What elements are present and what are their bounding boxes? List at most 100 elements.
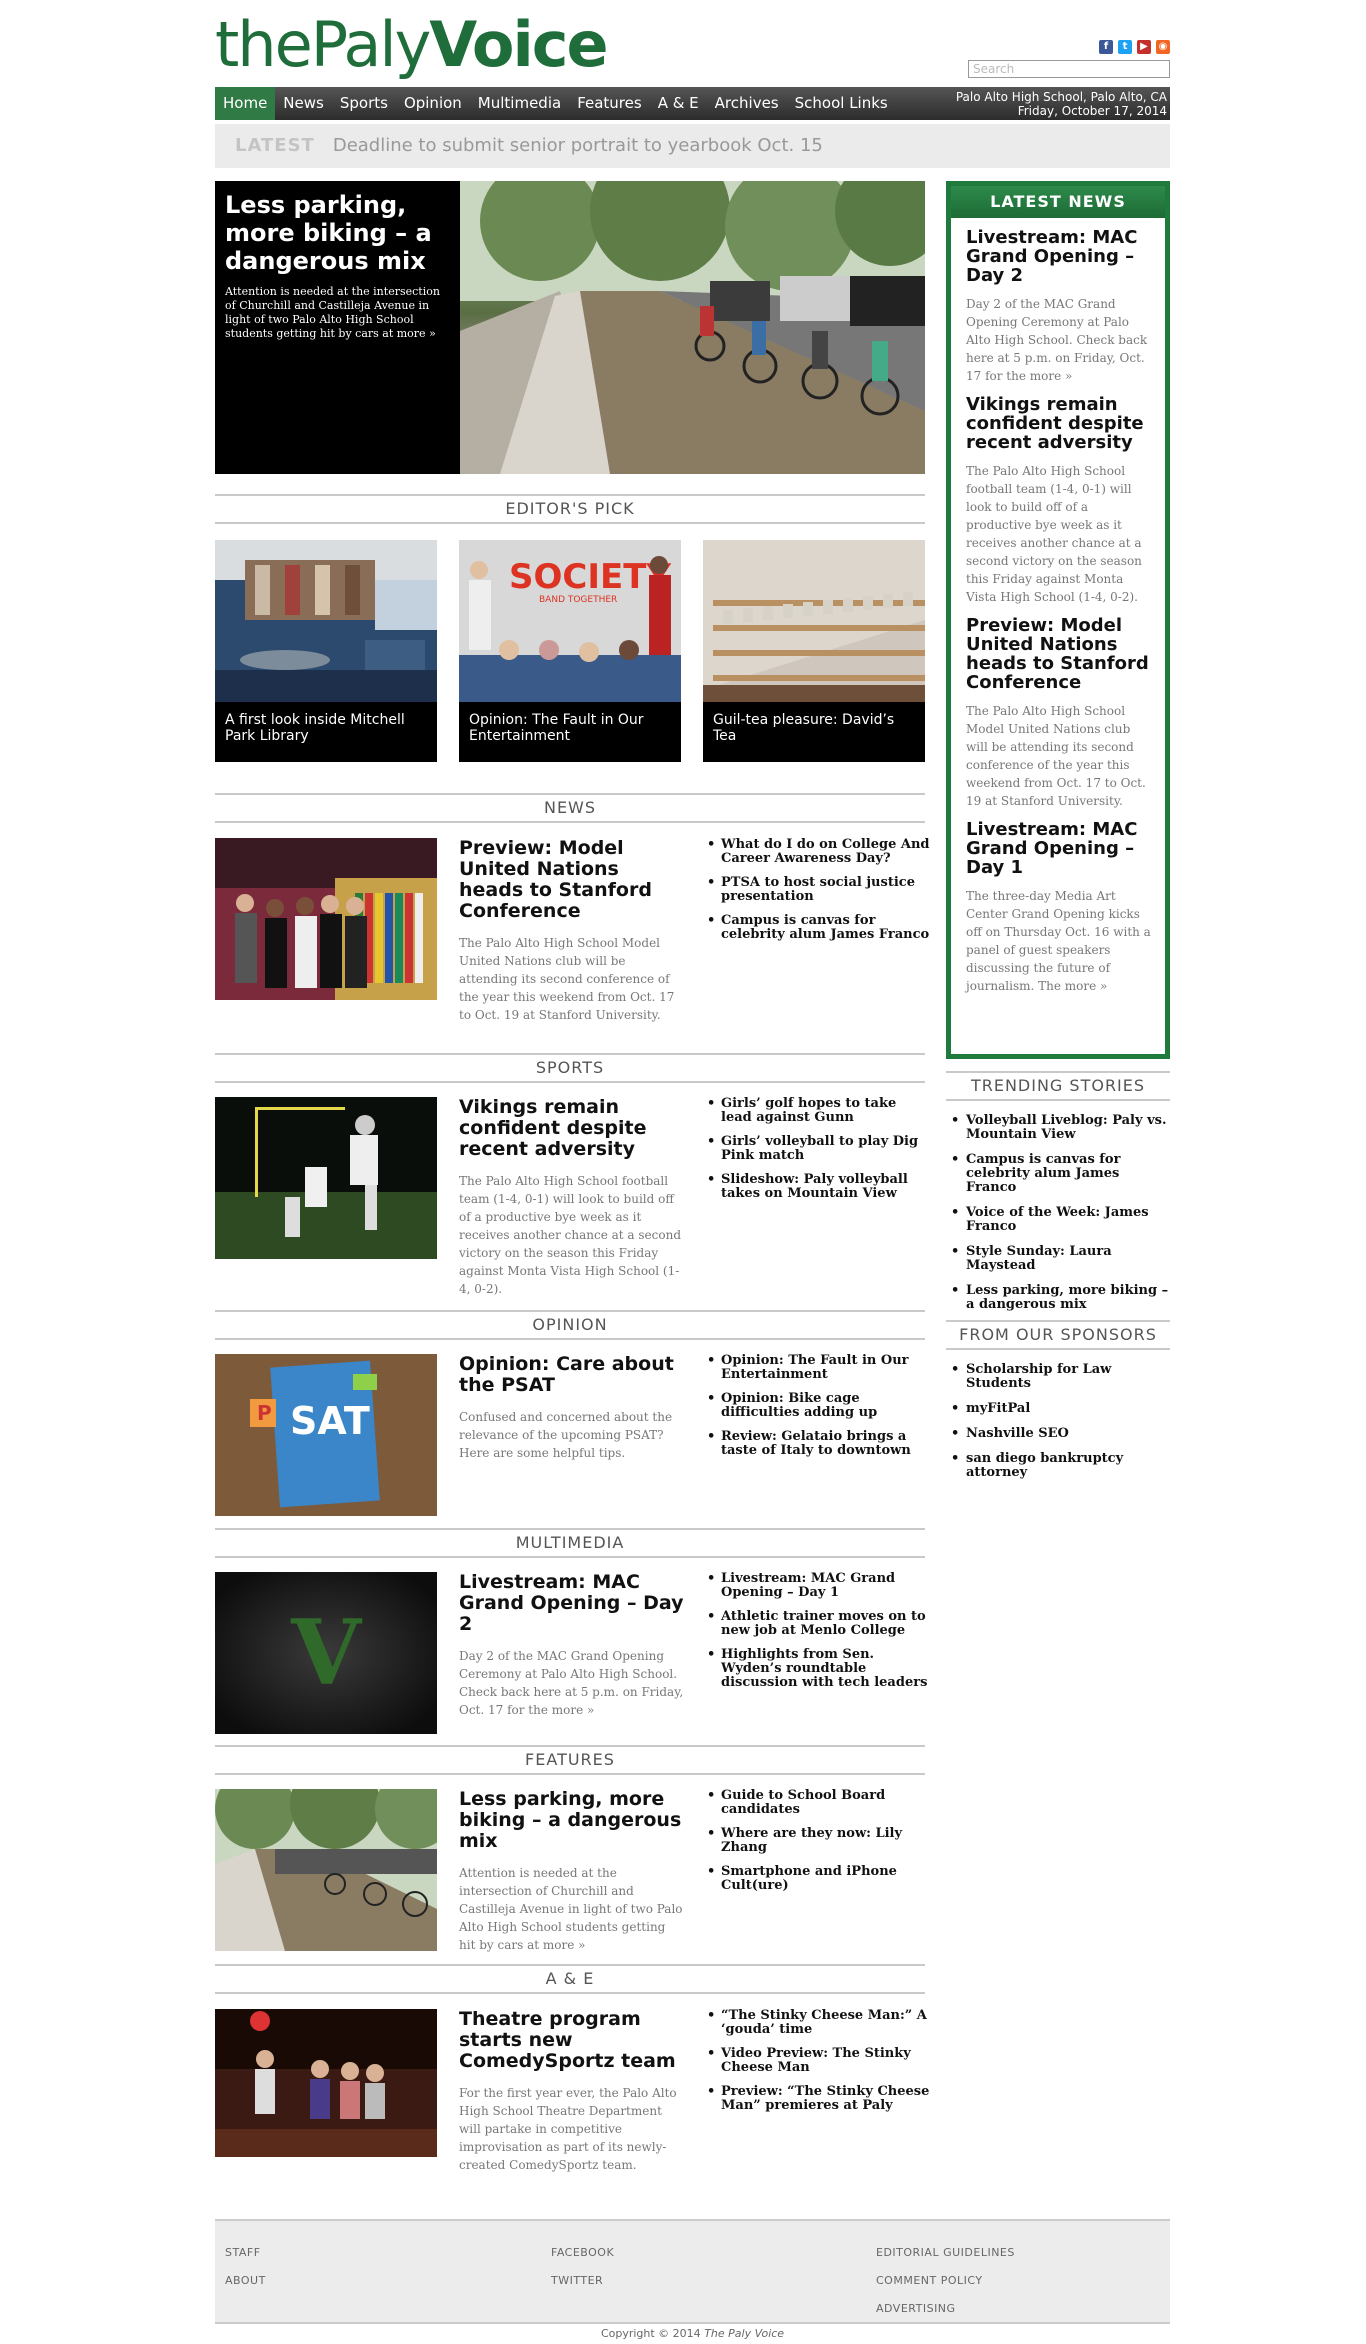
nav-item-opinion[interactable]: Opinion xyxy=(396,87,470,120)
sidebar: LATEST NEWS Livestream: MAC Grand Openin… xyxy=(946,181,1170,1480)
nav-item-archives[interactable]: Archives xyxy=(707,87,787,120)
latest-news-title[interactable]: Preview: Model United Nations heads to S… xyxy=(966,616,1153,692)
footer-link[interactable]: ADVERTISING xyxy=(876,2295,1015,2323)
related-link[interactable]: Smartphone and iPhone Cult(ure) xyxy=(705,1865,930,1893)
related-link[interactable]: Athletic trainer moves on to new job at … xyxy=(705,1610,930,1638)
sponsor-link[interactable]: Nashville SEO xyxy=(946,1427,1170,1442)
latest-text[interactable]: Deadline to submit senior portrait to ye… xyxy=(333,135,823,156)
features-summary: Attention is needed at the intersection … xyxy=(459,1866,683,1952)
footer-link[interactable]: COMMENT POLICY xyxy=(876,2267,1015,2295)
trending-item[interactable]: Volleyball Liveblog: Paly vs. Mountain V… xyxy=(946,1114,1170,1142)
ae-summary: For the first year ever, the Palo Alto H… xyxy=(459,2086,677,2172)
nav-item-sports[interactable]: Sports xyxy=(332,87,396,120)
nav-item-home[interactable]: Home xyxy=(215,87,276,120)
pick-image-1[interactable] xyxy=(215,540,437,702)
pick-caption-3[interactable]: Guil-tea pleasure: David’s Tea xyxy=(713,712,917,744)
related-link[interactable]: Livestream: MAC Grand Opening – Day 1 xyxy=(705,1572,930,1600)
related-link[interactable]: Girls’ golf hopes to take lead against G… xyxy=(705,1097,930,1125)
related-link[interactable]: Slideshow: Paly volleyball takes on Moun… xyxy=(705,1173,930,1201)
nav-item-multimedia[interactable]: Multimedia xyxy=(470,87,569,120)
sports-title[interactable]: Vikings remain confident despite recent … xyxy=(459,1097,684,1160)
rss-icon[interactable]: ◉ xyxy=(1156,40,1170,54)
trending-item[interactable]: Campus is canvas for celebrity alum Jame… xyxy=(946,1153,1170,1195)
latest-news-summary: The Palo Alto High School Model United N… xyxy=(966,704,1146,808)
latest-news-summary: The Palo Alto High School football team … xyxy=(966,464,1142,604)
pick-item-2[interactable]: SOCIETY BAND TOGETHER Opinion: The Fault … xyxy=(459,540,681,762)
date-text: Friday, October 17, 2014 xyxy=(1017,104,1167,118)
trending-heading: TRENDING STORIES xyxy=(946,1071,1170,1101)
opinion-title[interactable]: Opinion: Care about the PSAT xyxy=(459,1354,684,1396)
news-title[interactable]: Preview: Model United Nations heads to S… xyxy=(459,838,684,922)
twitter-icon[interactable]: t xyxy=(1118,40,1132,54)
svg-text:SAT: SAT xyxy=(290,1399,370,1443)
youtube-icon[interactable]: ▶ xyxy=(1137,40,1151,54)
related-link[interactable]: What do I do on College And Career Aware… xyxy=(705,838,930,866)
nav-item-school-links[interactable]: School Links xyxy=(787,87,896,120)
related-link[interactable]: Opinion: Bike cage difficulties adding u… xyxy=(705,1392,930,1420)
multimedia-image[interactable]: V xyxy=(215,1572,437,1734)
related-link[interactable]: Highlights from Sen. Wyden’s roundtable … xyxy=(705,1648,930,1690)
opinion-summary: Confused and concerned about the relevan… xyxy=(459,1410,673,1460)
multimedia-links: Livestream: MAC Grand Opening – Day 1 Ath… xyxy=(705,1572,930,1700)
footer: STAFF ABOUT FACEBOOK TWITTER EDITORIAL GUI… xyxy=(215,2219,1170,2324)
news-heading: NEWS xyxy=(215,793,925,823)
ae-links: “The Stinky Cheese Man:” A ‘gouda’ time V… xyxy=(705,2009,930,2123)
pick-caption-2[interactable]: Opinion: The Fault in Our Entertainment xyxy=(469,712,673,744)
footer-link[interactable]: STAFF xyxy=(225,2239,266,2267)
ae-image[interactable] xyxy=(215,2009,437,2171)
related-link[interactable]: Girls’ volleyball to play Dig Pink match xyxy=(705,1135,930,1163)
sponsor-link[interactable]: myFitPal xyxy=(946,1402,1170,1417)
related-link[interactable]: Preview: “The Stinky Cheese Man” premier… xyxy=(705,2085,930,2113)
feature-title[interactable]: Less parking, more biking – a dangerous … xyxy=(225,191,450,275)
related-link[interactable]: Opinion: The Fault in Our Entertainment xyxy=(705,1354,930,1382)
pick-image-2[interactable]: SOCIETY BAND TOGETHER xyxy=(459,540,681,702)
opinion-image[interactable]: SAT P xyxy=(215,1354,437,1516)
latest-news-title[interactable]: Vikings remain confident despite recent … xyxy=(966,395,1153,452)
latest-ticker: LATEST Deadline to submit senior portrait… xyxy=(215,124,1170,168)
nav-item-features[interactable]: Features xyxy=(569,87,650,120)
feature-story[interactable]: Less parking, more biking – a dangerous … xyxy=(215,181,925,474)
copyright-text: Copyright © 2014 xyxy=(600,2327,701,2340)
footer-link[interactable]: FACEBOOK xyxy=(551,2239,614,2267)
sponsor-link[interactable]: san diego bankruptcy attorney xyxy=(946,1452,1170,1480)
footer-link[interactable]: TWITTER xyxy=(551,2267,614,2295)
sponsor-link[interactable]: Scholarship for Law Students xyxy=(946,1363,1170,1391)
latest-news-title[interactable]: Livestream: MAC Grand Opening – Day 1 xyxy=(966,820,1153,877)
pick-image-3[interactable] xyxy=(703,540,925,702)
pick-caption-1[interactable]: A first look inside Mitchell Park Librar… xyxy=(225,712,429,744)
nav-item-a-e[interactable]: A & E xyxy=(650,87,707,120)
features-image[interactable] xyxy=(215,1789,437,1951)
related-link[interactable]: Review: Gelataio brings a taste of Italy… xyxy=(705,1430,930,1458)
feature-image[interactable] xyxy=(460,181,925,474)
latest-news-heading: LATEST NEWS xyxy=(951,186,1165,218)
latest-news-summary: The three-day Media Art Center Grand Ope… xyxy=(966,889,1151,993)
footer-link[interactable]: EDITORIAL GUIDELINES xyxy=(876,2239,1015,2267)
facebook-icon[interactable]: f xyxy=(1099,40,1113,54)
multimedia-title[interactable]: Livestream: MAC Grand Opening – Day 2 xyxy=(459,1572,684,1635)
trending-item[interactable]: Style Sunday: Laura Maystead xyxy=(946,1245,1170,1273)
sports-image[interactable] xyxy=(215,1097,437,1259)
related-link[interactable]: Where are they now: Lily Zhang xyxy=(705,1827,930,1855)
pick-item-3[interactable]: Guil-tea pleasure: David’s Tea xyxy=(703,540,925,762)
search-input[interactable]: Search xyxy=(968,60,1170,78)
site-logo[interactable]: thePalyVoice xyxy=(215,8,609,81)
pick-item-1[interactable]: A first look inside Mitchell Park Librar… xyxy=(215,540,437,762)
nav-item-news[interactable]: News xyxy=(275,87,332,120)
ae-title[interactable]: Theatre program starts new ComedySportz … xyxy=(459,2009,684,2072)
news-summary: The Palo Alto High School Model United N… xyxy=(459,936,675,1022)
news-links: What do I do on College And Career Aware… xyxy=(705,838,930,952)
trending-item[interactable]: Voice of the Week: James Franco xyxy=(946,1206,1170,1234)
related-link[interactable]: Campus is canvas for celebrity alum Jame… xyxy=(705,914,930,942)
news-image[interactable] xyxy=(215,838,437,1000)
footer-col-3: EDITORIAL GUIDELINES COMMENT POLICY ADVERT… xyxy=(876,2239,1015,2323)
latest-news-title[interactable]: Livestream: MAC Grand Opening – Day 2 xyxy=(966,228,1153,285)
footer-link[interactable]: ABOUT xyxy=(225,2267,266,2295)
related-link[interactable]: Video Preview: The Stinky Cheese Man xyxy=(705,2047,930,2075)
related-link[interactable]: “The Stinky Cheese Man:” A ‘gouda’ time xyxy=(705,2009,930,2037)
trending-item[interactable]: Less parking, more biking – a dangerous … xyxy=(946,1284,1170,1312)
feature-summary: Attention is needed at the intersection … xyxy=(225,285,440,340)
related-link[interactable]: Guide to School Board candidates xyxy=(705,1789,930,1817)
features-title[interactable]: Less parking, more biking – a dangerous … xyxy=(459,1789,684,1852)
related-link[interactable]: PTSA to host social justice presentation xyxy=(705,876,930,904)
logo-part-1: thePaly xyxy=(215,8,431,81)
